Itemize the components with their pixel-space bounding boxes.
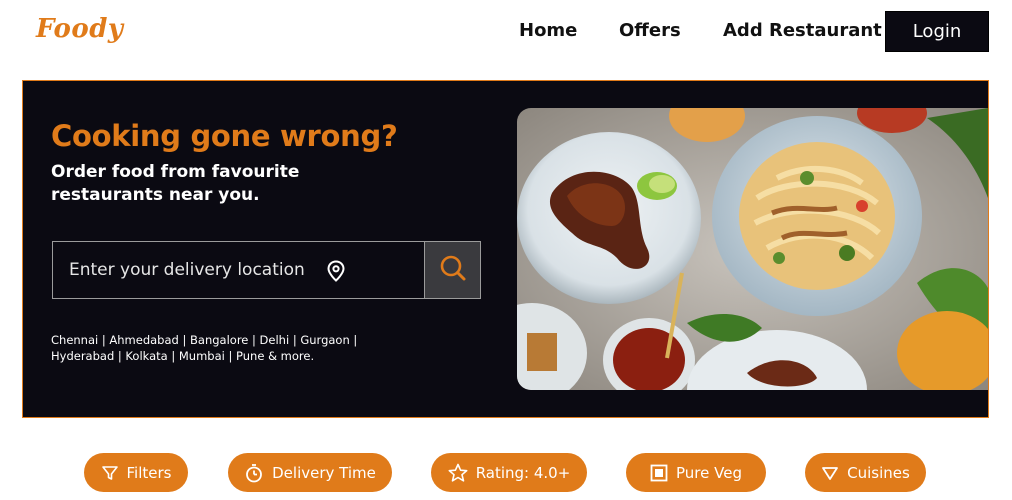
stopwatch-icon [246, 463, 263, 482]
filter-chip-label: Rating: 4.0+ [475, 463, 571, 482]
location-pin-icon[interactable] [326, 260, 346, 282]
search-icon [438, 253, 468, 287]
delivery-location-input[interactable] [53, 242, 424, 298]
hero-banner: Cooking gone wrong? Order food from favo… [22, 80, 989, 418]
veg-icon [650, 464, 668, 481]
city-list: Chennai | Ahmedabad | Bangalore | Delhi … [51, 333, 358, 363]
filter-chip-label: Filters [126, 463, 172, 482]
filter-chip-rating[interactable]: Rating: 4.0+ [431, 453, 587, 492]
login-button[interactable]: Login [885, 11, 989, 52]
nav-link-offers[interactable]: Offers [619, 20, 681, 41]
search-button[interactable] [424, 242, 480, 298]
brand-logo[interactable]: Foody [36, 14, 124, 44]
filter-chip-label: Delivery Time [272, 463, 376, 482]
chevron-down-icon [822, 466, 839, 480]
hero-title: Cooking gone wrong? [51, 119, 398, 153]
nav-link-home[interactable]: Home [519, 20, 577, 41]
location-search [52, 241, 481, 299]
filter-chip-delivery-time[interactable]: Delivery Time [228, 453, 392, 492]
filter-chip-label: Cuisines [847, 463, 910, 482]
top-navbar: Foody Home Offers Add Restaurant Login [0, 0, 1012, 72]
filter-chip-label: Pure Veg [676, 463, 742, 482]
food-hero-image [517, 108, 988, 390]
nav-link-add-restaurant[interactable]: Add Restaurant [723, 20, 882, 41]
search-field-wrapper [53, 242, 424, 298]
hero-subtitle: Order food from favourite restaurants ne… [51, 162, 300, 205]
filter-chip-pure-veg[interactable]: Pure Veg [626, 453, 766, 492]
funnel-icon [101, 465, 118, 480]
filter-chip-cuisines[interactable]: Cuisines [805, 453, 926, 492]
star-icon [448, 463, 468, 482]
filter-chip-filters[interactable]: Filters [84, 453, 188, 492]
